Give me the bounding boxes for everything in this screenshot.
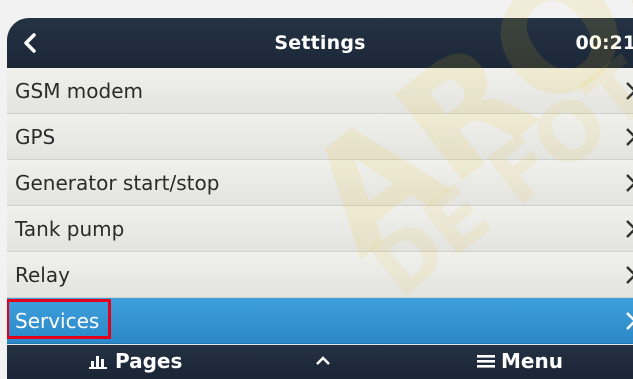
menu-item-label: GSM modem [15, 79, 144, 103]
menu-item-relay[interactable]: Relay [7, 252, 633, 298]
chevron-right-icon [626, 128, 633, 146]
hamburger-menu-icon [477, 355, 495, 368]
menu-item-label: GPS [15, 125, 56, 149]
menu-item-label: Tank pump [15, 217, 125, 241]
title-bar: Settings 00:21 [7, 18, 633, 68]
menu-item-services[interactable]: Services [7, 298, 633, 344]
chevron-up-icon[interactable] [314, 352, 332, 370]
chevron-right-icon [626, 174, 633, 192]
menu-item-gsm-modem[interactable]: GSM modem [7, 68, 633, 114]
chevron-right-icon [626, 312, 633, 330]
settings-list: GSM modem GPS Generator start/stop Tank … [7, 68, 633, 344]
clock: 00:21 [575, 32, 633, 54]
menu-label: Menu [501, 349, 563, 373]
pages-label: Pages [115, 349, 183, 373]
menu-item-label: Relay [15, 263, 70, 287]
menu-item-generator-start-stop[interactable]: Generator start/stop [7, 160, 633, 206]
menu-item-gps[interactable]: GPS [7, 114, 633, 160]
menu-item-label: Generator start/stop [15, 171, 220, 195]
menu-button[interactable]: Menu [477, 349, 563, 373]
chevron-right-icon [626, 82, 633, 100]
chevron-right-icon [626, 220, 633, 238]
page-title: Settings [274, 32, 366, 54]
bar-chart-icon [89, 356, 107, 369]
device-screen: Settings 00:21 GSM modem GPS Generator s… [7, 18, 633, 379]
chevron-right-icon [626, 266, 633, 284]
menu-item-label: Services [15, 309, 100, 333]
menu-item-tank-pump[interactable]: Tank pump [7, 206, 633, 252]
pages-button[interactable]: Pages [89, 349, 182, 373]
bottom-bar: Pages Menu [7, 345, 633, 379]
